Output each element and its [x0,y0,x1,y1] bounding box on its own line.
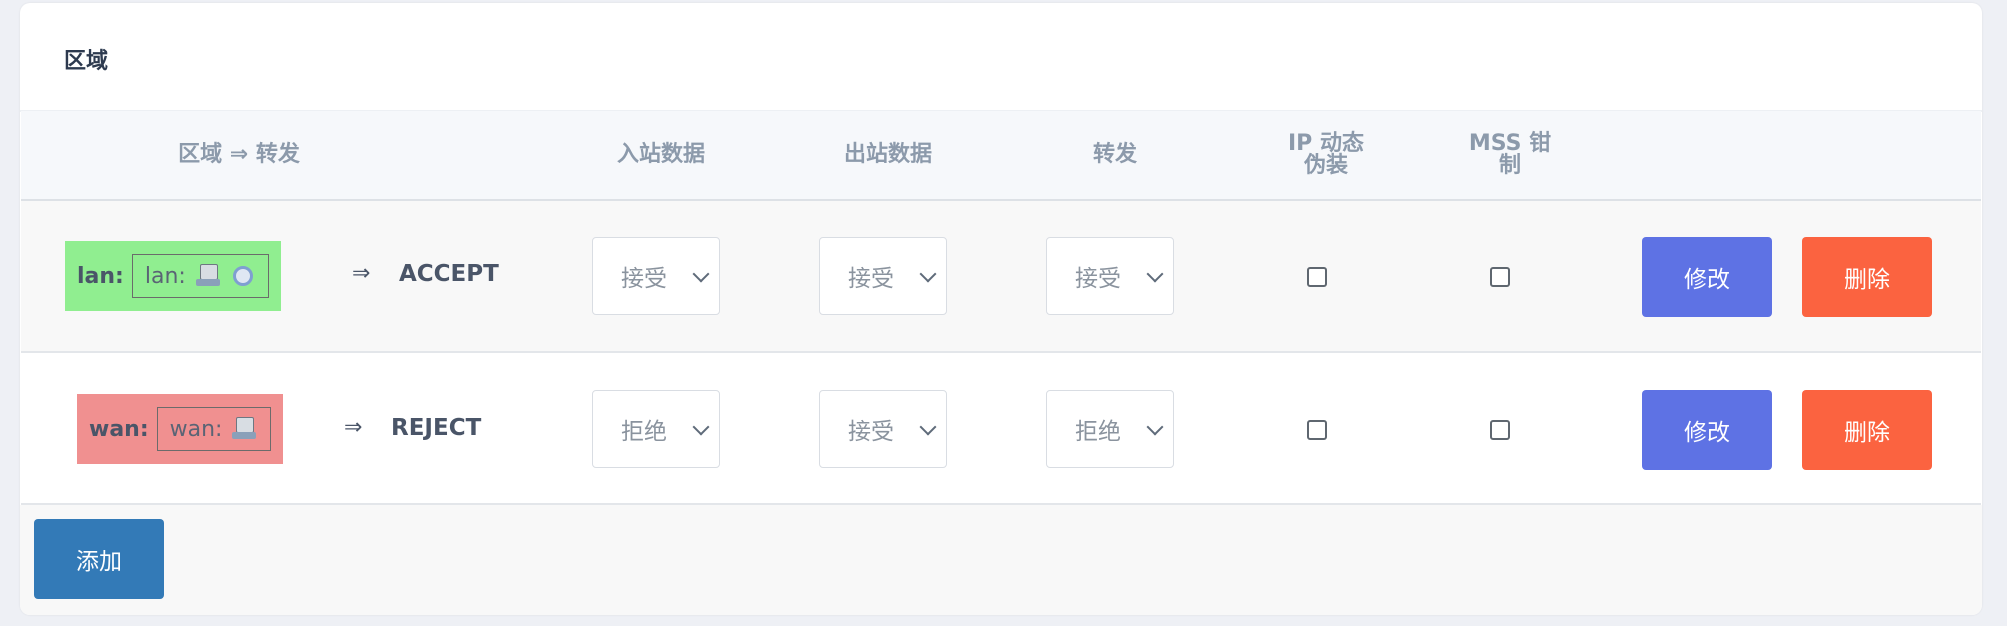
edit-button[interactable]: 修改 [1642,390,1772,470]
wireless-icon [230,264,256,288]
col-mss-line2: 制 [1498,153,1521,178]
select-value: 接受 [848,419,894,445]
col-mss-line1: MSS 钳 [1468,131,1552,156]
zones-card: 区域 区域 ⇒ 转发 入站数据 出站数据 转发 IP 动态 伪装 MSS 钳 制… [20,3,1982,615]
chevron-down-icon [919,265,937,283]
input-policy-select[interactable]: 接受 [592,237,720,315]
zone-badge-lan: lan: lan: [65,241,281,311]
select-value: 接受 [848,266,894,292]
col-masquerade: IP 动态 伪装 [1261,111,1391,199]
chevron-down-icon [692,418,710,436]
delete-button[interactable]: 删除 [1802,237,1932,317]
chevron-down-icon [1146,265,1164,283]
section-title: 区域 [64,49,109,74]
network-box: wan: [156,407,272,451]
forward-arrow: ⇒ [352,261,371,286]
forward-policy-select[interactable]: 接受 [1046,237,1174,315]
delete-button[interactable]: 删除 [1802,390,1932,470]
col-masquerade-line2: 伪装 [1303,153,1348,178]
chevron-down-icon [692,265,710,283]
chevron-down-icon [919,418,937,436]
table-row: wan: wan: ⇒ REJECT 拒绝 接受 拒绝 修改 删除 [21,353,1981,505]
masquerade-checkbox[interactable] [1307,420,1327,440]
zone-name: wan: [89,416,149,442]
select-value: 拒绝 [1075,419,1121,445]
forward-policy-select[interactable]: 拒绝 [1046,390,1174,468]
forward-arrow: ⇒ [344,415,363,440]
chevron-down-icon [1146,418,1164,436]
select-value: 接受 [621,266,667,292]
output-policy-select[interactable]: 接受 [819,237,947,315]
col-zone-forward: 区域 ⇒ 转发 [178,142,300,167]
output-policy-select[interactable]: 接受 [819,390,947,468]
masquerade-checkbox[interactable] [1307,267,1327,287]
table-header: 区域 ⇒ 转发 入站数据 出站数据 转发 IP 动态 伪装 MSS 钳 制 [21,111,1981,201]
network-label: wan: [169,416,223,442]
add-zone-button[interactable]: 添加 [34,519,164,599]
col-input: 入站数据 [616,142,705,167]
mss-clamping-checkbox[interactable] [1490,420,1510,440]
network-box: lan: [131,254,269,298]
mss-clamping-checkbox[interactable] [1490,267,1510,287]
table-footer: 添加 [20,505,1982,615]
col-masquerade-line1: IP 动态 [1288,131,1364,156]
network-label: lan: [144,263,186,289]
input-policy-select[interactable]: 拒绝 [592,390,720,468]
ethernet-icon [230,417,258,441]
col-forward: 转发 [1092,142,1137,167]
zones-table: 区域 ⇒ 转发 入站数据 出站数据 转发 IP 动态 伪装 MSS 钳 制 la… [21,111,1981,505]
zone-name: lan: [77,263,124,289]
table-row: lan: lan: ⇒ ACCEPT 接受 接受 接受 修改 删除 [21,201,1981,353]
ethernet-icon [194,264,222,288]
forward-policy: REJECT [391,415,482,441]
col-output: 出站数据 [843,142,932,167]
select-value: 拒绝 [621,419,667,445]
edit-button[interactable]: 修改 [1642,237,1772,317]
select-value: 接受 [1075,266,1121,292]
forward-policy: ACCEPT [399,261,499,287]
zone-badge-wan: wan: wan: [77,394,284,464]
col-mss-clamping: MSS 钳 制 [1445,111,1575,199]
